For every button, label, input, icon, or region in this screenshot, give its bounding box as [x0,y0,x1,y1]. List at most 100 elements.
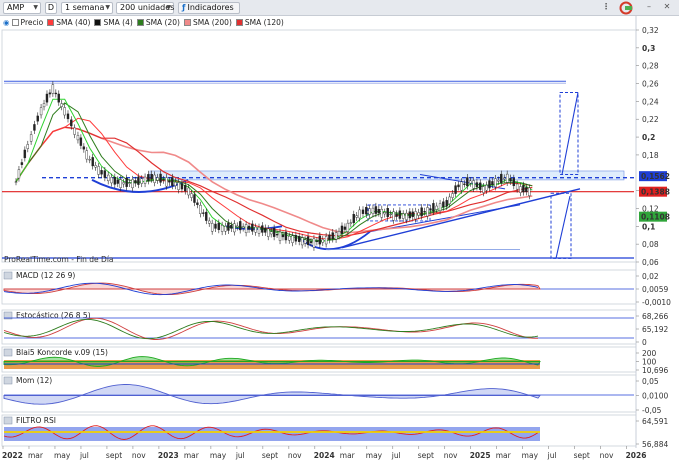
candle-body [435,205,438,210]
candle-body [306,236,310,245]
candle-body [251,223,254,232]
candle-body [165,177,168,187]
panel-axis-label: -0,05 [642,406,662,415]
candle-body [76,135,80,141]
candle-body [318,235,322,245]
candle-body [128,182,131,184]
candle-body [334,232,338,240]
candle-body [190,193,193,198]
candle-body [36,115,39,122]
candle-body [457,184,460,188]
candle-body [303,239,307,244]
candle-body [63,107,66,116]
chart-canvas[interactable]: 0,320,30,280,260,240,220,20,180,140,120,… [0,0,679,461]
price-badge-label: 0,1388 [641,188,670,197]
panel-axis-label: 0,0100 [642,392,668,401]
candle-body [472,180,475,189]
candle-body [244,224,248,234]
candle-body [14,181,18,183]
candle-body [377,208,381,214]
panel-settings-icon[interactable] [3,348,13,357]
panel-title-stoch: Estocástico (26 8 5) [16,311,91,320]
candle-body [113,177,117,185]
candle-body [261,225,264,233]
time-axis-label: 2023 [158,451,179,460]
panel-axis-label: 0,05 [642,377,659,386]
candle-body [73,127,76,135]
candle-body [408,211,412,219]
watermark: ProRealTime.com - Fin de Día [4,255,114,264]
candle-body [503,177,506,180]
candle-body [300,237,304,246]
candle-body [224,225,227,232]
candle-body [20,162,24,165]
candle-body [414,211,417,220]
time-axis-label: jul [235,451,245,460]
time-axis-label: 2022 [2,451,23,460]
panel-axis-label: 64,591 [642,417,668,426]
candle-body [515,183,519,190]
rsi-blue-area [4,427,540,441]
candle-body [159,173,162,183]
candle-body [411,211,414,217]
candle-body [349,222,353,224]
price-badge-label: 0,1562 [641,172,670,181]
candle-body [365,206,368,215]
candle-body [125,177,128,187]
candle-body [238,221,242,231]
candle-body [122,182,125,185]
candle-body [23,149,27,159]
candle-body [91,157,94,167]
time-axis-label: nov [132,451,146,460]
candle-body [26,144,29,149]
candle-body [525,187,528,193]
panel-axis-label: 0,0059 [642,285,668,294]
candle-body [438,203,442,211]
candle-body [383,212,386,215]
candle-body [51,84,55,94]
price-axis-label: 0,26 [642,80,659,89]
price-axis-label: 0,2 [642,133,655,142]
candle-body [426,207,429,217]
time-axis-label: nov [444,451,458,460]
price-axis-label: 0,06 [642,258,659,267]
resistance-zone[interactable] [149,170,625,181]
price-axis-label: 0,18 [642,151,659,160]
candle-body [454,185,457,194]
candle-body [401,213,405,219]
time-axis-label: mar [340,451,356,460]
panel-settings-icon[interactable] [3,416,13,425]
panel-axis-label: 56,884 [642,440,668,449]
time-axis-label: may [210,451,227,460]
candle-body [88,159,91,161]
candle-body [254,226,257,233]
candle-body [358,209,361,219]
time-axis-label: jul [547,451,557,460]
candle-body [264,227,267,233]
candle-body [29,134,33,142]
candle-body [42,103,46,108]
candle-body [398,210,402,219]
candle-body [140,178,143,184]
candle-body [291,235,294,243]
candle-body [110,177,113,184]
candle-body [174,181,177,186]
candle-body [177,182,180,190]
candle-body [97,166,100,175]
candle-body [156,177,159,181]
candle-body [147,174,150,181]
panel-price[interactable] [1,29,637,263]
candle-body [331,232,334,240]
candle-body [278,231,282,241]
panel-settings-icon[interactable] [3,376,13,385]
candle-body [33,124,36,131]
candle-body [321,239,324,243]
candle-body [233,223,236,233]
candle-body [395,213,398,217]
candle-body [269,231,273,235]
candle-body [134,180,137,184]
candle-body [143,176,147,184]
panel-settings-icon[interactable] [3,271,13,280]
candle-body [429,208,432,211]
candle-body [94,165,97,168]
